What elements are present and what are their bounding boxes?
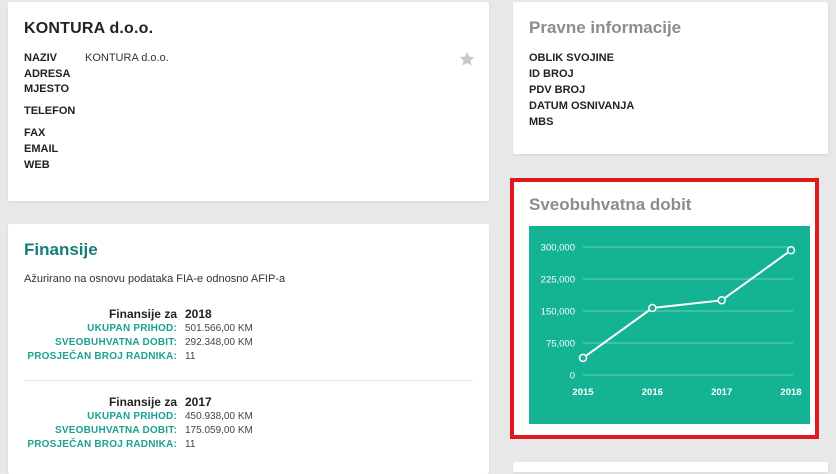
y-tick-label: 0 <box>570 371 575 382</box>
finance-year: 2017 <box>185 395 212 409</box>
legal-item-id-broj: ID BROJ <box>529 68 574 80</box>
field-label: NAZIV <box>24 52 57 64</box>
y-tick-label: 225,000 <box>541 275 575 286</box>
y-tick-label: 300,000 <box>541 243 575 254</box>
field-value: KONTURA d.o.o. <box>85 52 169 64</box>
legal-item-datum-osnivanja: DATUM OSNIVANJA <box>529 100 635 112</box>
finance-row-label: SVEOBUHVATNA DOBIT: <box>55 425 177 436</box>
finance-for-label: Finansije za <box>108 395 177 409</box>
series-line <box>582 249 792 359</box>
legal-info-card: Pravne informacije OBLIK SVOJINE ID BROJ… <box>513 2 828 154</box>
legal-item-oblik-svojine: OBLIK SVOJINE <box>529 52 614 64</box>
field-label: EMAIL <box>24 143 59 155</box>
finance-row-value: 11 <box>185 439 196 450</box>
finance-divider <box>24 380 473 381</box>
company-card: KONTURA d.o.o. NAZIV KONTURA d.o.o. ADRE… <box>8 2 489 201</box>
x-tick-label: 2015 <box>572 387 594 398</box>
finance-year: 2018 <box>185 307 212 321</box>
y-tick-label: 75,000 <box>546 339 575 350</box>
data-point <box>717 296 726 305</box>
finance-row-label: PROSJEČAN BROJ RADNIKA: <box>27 439 177 450</box>
finance-title: Finansije <box>24 240 98 259</box>
data-point <box>786 246 796 255</box>
finance-row-value: 11 <box>185 351 196 362</box>
finance-subtitle: Ažurirano na osnovu podataka FIA-e odnos… <box>24 273 286 285</box>
field-label: WEB <box>24 159 50 171</box>
finance-row-label: UKUPAN PRIHOD: <box>87 323 177 334</box>
finance-row-value: 501.566,00 KM <box>185 323 253 334</box>
x-tick-label: 2016 <box>642 387 663 398</box>
star-icon[interactable] <box>458 50 476 68</box>
y-tick-label: 150,000 <box>541 307 575 318</box>
legal-item-mbs: MBS <box>529 116 554 128</box>
profit-line-chart: 0 75,000 150,000 225,000 300,000 2015 2016 2017… <box>541 243 802 399</box>
legal-info-title: Pravne informacije <box>529 18 682 37</box>
chart-title: Sveobuhvatna dobit <box>529 195 692 214</box>
finance-row-value: 292.348,00 KM <box>185 337 253 348</box>
finance-card: Finansije Ažurirano na osnovu podataka F… <box>8 224 489 474</box>
profit-chart-card: Sveobuhvatna dobit 0 75,000 150,000 225,000… <box>513 181 816 436</box>
finance-row-label: PROSJEČAN BROJ RADNIKA: <box>27 351 177 362</box>
finance-row-value: 175.059,00 KM <box>185 425 253 436</box>
company-title: KONTURA d.o.o. <box>24 20 154 37</box>
finance-for-label: Finansije za <box>108 307 177 321</box>
field-label: MJESTO <box>24 83 70 95</box>
finance-row-value: 450.938,00 KM <box>185 411 253 422</box>
field-label: TELEFON <box>24 105 76 117</box>
x-tick-label: 2017 <box>711 387 732 398</box>
field-label: ADRESA <box>24 68 71 80</box>
finance-row-label: UKUPAN PRIHOD: <box>87 411 177 422</box>
legal-item-pdv-broj: PDV BROJ <box>529 84 586 96</box>
next-card-edge <box>513 462 828 472</box>
data-point <box>648 303 657 313</box>
x-tick-label: 2018 <box>780 387 801 398</box>
finance-row-label: SVEOBUHVATNA DOBIT: <box>55 337 177 348</box>
field-label: FAX <box>24 127 46 139</box>
data-point <box>578 353 588 363</box>
